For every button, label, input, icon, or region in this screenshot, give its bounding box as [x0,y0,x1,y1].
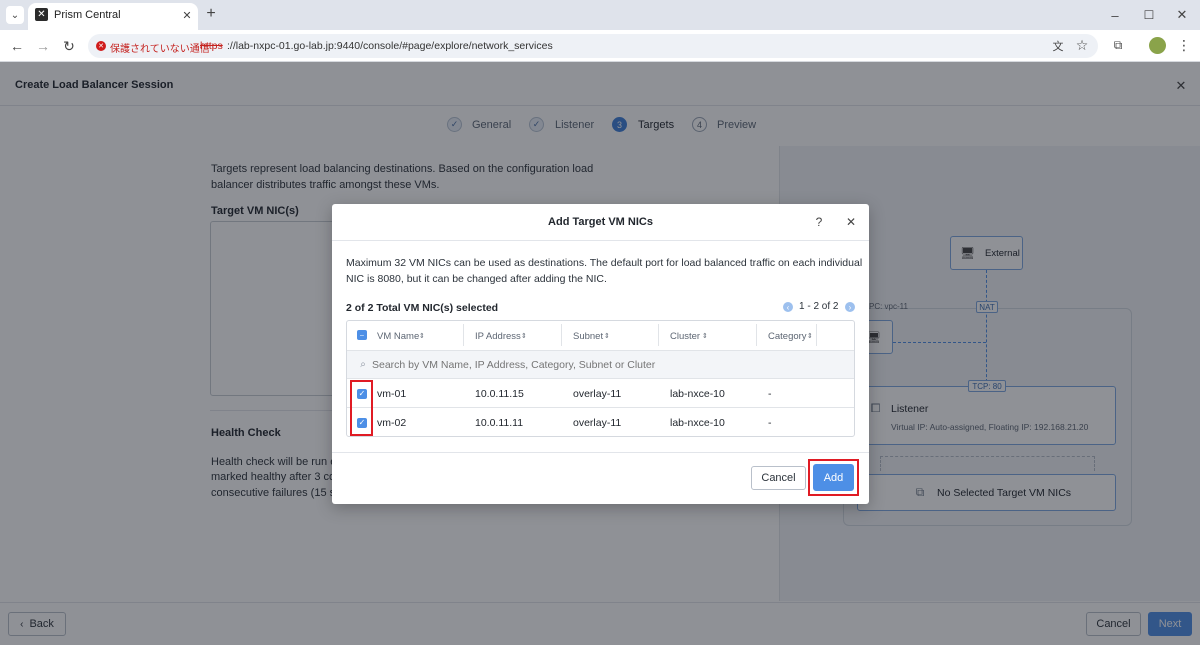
select-all-checkbox[interactable]: – [357,330,367,340]
ip-address-cell: 10.0.11.11 [475,417,524,429]
modal-title: Add Target VM NICs [548,216,653,228]
help-icon[interactable]: ? [812,215,826,229]
checkbox-highlight [350,380,373,436]
tab-close-icon[interactable]: ✕ [180,8,194,22]
avatar[interactable] [1149,37,1166,54]
column-vm-name[interactable]: VM Name [377,331,419,342]
tab-list-button[interactable]: ⌄ [6,6,24,24]
maximize-icon[interactable]: ☐ [1140,6,1158,24]
add-button[interactable]: Add [813,464,854,491]
reload-icon[interactable]: ↻ [60,37,78,55]
column-cluster[interactable]: Cluster [670,331,700,342]
cluster-cell: lab-nxce-10 [670,388,725,400]
back-arrow-icon[interactable]: ← [8,37,26,55]
warning-icon: ✕ [96,41,106,51]
favicon-icon: ✕ [35,8,48,21]
security-warning[interactable]: 保護されていない通信 [110,40,210,55]
vm-name-cell: vm-02 [377,417,407,429]
subnet-cell: overlay-11 [573,388,622,400]
translate-icon[interactable]: 文 [1050,38,1066,54]
star-icon[interactable]: ☆ [1074,37,1090,53]
vm-name-cell: vm-01 [377,388,407,400]
menu-icon[interactable]: ⋮ [1176,37,1192,53]
new-tab-icon[interactable]: + [203,5,219,22]
modal-description-1: Maximum 32 VM NICs can be used as destin… [346,257,863,269]
prev-page-icon[interactable]: ‹ [783,302,793,312]
column-subnet[interactable]: Subnet [573,331,603,342]
category-cell: - [768,417,772,429]
search-icon: ⌕ [360,358,366,370]
sort-icon[interactable]: ⇕ [521,332,527,340]
extensions-icon[interactable]: ⧉ [1110,37,1126,53]
sort-icon[interactable]: ⇕ [419,332,425,340]
column-divider [658,324,659,346]
column-divider [463,324,464,346]
column-divider [561,324,562,346]
next-page-icon[interactable]: › [845,302,855,312]
table-search-input[interactable] [372,355,842,375]
modal-header-divider [332,240,869,241]
modal-close-icon[interactable]: ✕ [844,215,858,229]
sort-icon[interactable]: ⇕ [807,332,813,340]
selection-count: 2 of 2 Total VM NIC(s) selected [346,302,499,314]
tab-title: Prism Central [54,9,121,21]
url-text: ://lab-nxpc-01.go-lab.jp:9440/console/#p… [227,40,553,52]
modal-description-2: NIC is 8080, but it can be changed after… [346,273,607,285]
ip-address-cell: 10.0.11.15 [475,388,524,400]
subnet-cell: overlay-11 [573,417,622,429]
url-scheme: https [200,40,223,52]
window-close-icon[interactable]: ✕ [1173,6,1191,24]
sort-icon[interactable]: ⇕ [702,332,708,340]
column-category[interactable]: Category [768,331,807,342]
forward-arrow-icon[interactable]: → [34,37,52,55]
column-ip-address[interactable]: IP Address [475,331,521,342]
cluster-cell: lab-nxce-10 [670,417,725,429]
minimize-icon[interactable]: – [1106,6,1124,24]
modal-footer-divider [332,452,869,453]
pagination-label: 1 - 2 of 2 [799,301,839,312]
category-cell: - [768,388,772,400]
column-divider [756,324,757,346]
modal-cancel-button[interactable]: Cancel [751,466,806,490]
sort-icon[interactable]: ⇕ [604,332,610,340]
column-divider [816,324,817,346]
